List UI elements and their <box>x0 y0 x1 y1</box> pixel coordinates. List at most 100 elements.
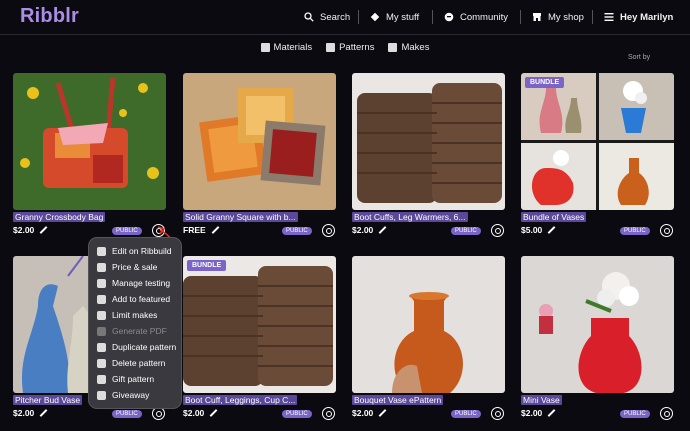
gear-icon[interactable] <box>660 407 673 420</box>
subnav-makes[interactable]: Makes <box>388 42 429 53</box>
pencil-icon[interactable] <box>39 226 48 234</box>
pattern-title[interactable]: Bundle of Vases <box>521 212 587 222</box>
pdf-icon <box>97 326 106 336</box>
subnav-patterns[interactable]: Patterns <box>326 42 374 53</box>
price-value: $2.00 <box>352 225 374 235</box>
pattern-thumbnail[interactable] <box>352 256 505 393</box>
price-value: $2.00 <box>13 408 35 418</box>
price-value: $2.00 <box>13 225 35 235</box>
testing-icon <box>97 278 106 288</box>
pattern-thumbnail[interactable] <box>521 73 674 210</box>
pattern-thumbnail[interactable] <box>13 73 166 210</box>
menu-label: Generate PDF <box>112 326 167 336</box>
bundle-label: BUNDLE <box>530 79 560 86</box>
nav-community-label: Community <box>460 11 509 23</box>
tag-icon <box>97 262 106 272</box>
menu-item-manage-testing[interactable]: Manage testing <box>97 276 170 290</box>
pattern-title[interactable]: Boot Cuff, Leggings, Cup C... <box>183 395 298 405</box>
bundle-badge: BUNDLE <box>187 260 227 271</box>
shop-icon <box>532 12 542 22</box>
giveaway-icon <box>97 390 106 400</box>
menu-item-duplicate-pattern[interactable]: Duplicate pattern <box>97 340 176 354</box>
subnav-materials[interactable]: Materials <box>260 42 312 53</box>
ribblr-logo[interactable]: Ribblr <box>20 5 79 28</box>
pencil-icon[interactable] <box>547 409 556 417</box>
diamond-icon <box>370 12 380 22</box>
pencil-icon[interactable] <box>378 226 387 234</box>
public-badge: PUBLIC <box>112 227 142 235</box>
pencil-icon[interactable] <box>39 409 48 417</box>
pattern-thumbnail[interactable] <box>352 73 505 210</box>
hamburger-icon <box>604 12 614 22</box>
gear-icon[interactable] <box>491 224 504 237</box>
subnav-patterns-label: Patterns <box>339 41 375 53</box>
pattern-thumbnail[interactable] <box>183 256 336 393</box>
public-badge: PUBLIC <box>112 410 142 418</box>
nav-mystuff[interactable]: My stuff <box>370 10 419 24</box>
nav-divider <box>432 10 433 24</box>
pencil-icon[interactable] <box>378 409 387 417</box>
pattern-title[interactable]: Solid Granny Square with b... <box>183 212 298 222</box>
public-badge: PUBLIC <box>620 227 650 235</box>
price-value: $2.00 <box>352 408 374 418</box>
gear-icon[interactable] <box>322 407 335 420</box>
subnav-makes-label: Makes <box>401 41 430 53</box>
menu-item-gift-pattern[interactable]: Gift pattern <box>97 372 154 386</box>
pattern-title[interactable]: Pitcher Bud Vase <box>13 395 83 405</box>
pattern-context-menu: Edit on Ribbuild Price & sale Manage tes… <box>89 238 181 408</box>
sort-by-control[interactable]: Sort by <box>628 54 650 61</box>
featured-icon <box>97 294 106 304</box>
duplicate-icon <box>97 342 106 352</box>
materials-icon <box>260 42 270 52</box>
nav-mystuff-label: My stuff <box>386 11 420 23</box>
pattern-price: $2.00 <box>352 225 387 235</box>
menu-item-price-sale[interactable]: Price & sale <box>97 260 157 274</box>
pattern-price: $2.00 <box>13 408 48 418</box>
menu-item-edit-on-ribbuild[interactable]: Edit on Ribbuild <box>97 244 172 258</box>
nav-divider <box>358 10 359 24</box>
book-icon <box>326 42 336 52</box>
pencil-icon[interactable] <box>211 226 220 234</box>
gear-icon[interactable] <box>152 407 165 420</box>
pattern-price: $2.00 <box>521 408 556 418</box>
nav-search[interactable]: Search <box>304 10 350 24</box>
public-badge: PUBLIC <box>451 410 481 418</box>
pattern-thumbnail[interactable] <box>183 73 336 210</box>
pattern-title[interactable]: Mini Vase <box>521 395 562 405</box>
menu-item-generate-pdf: Generate PDF <box>97 324 167 338</box>
menu-label: Edit on Ribbuild <box>112 246 172 256</box>
pencil-icon[interactable] <box>547 226 556 234</box>
gear-icon[interactable] <box>322 224 335 237</box>
nav-myshop-label: My shop <box>548 11 584 23</box>
menu-label: Gift pattern <box>112 374 155 384</box>
pattern-thumbnail[interactable] <box>521 256 674 393</box>
price-value: $5.00 <box>521 225 543 235</box>
menu-label: Add to featured <box>112 294 171 304</box>
bundle-label: BUNDLE <box>192 262 222 269</box>
nav-divider <box>592 10 593 24</box>
pattern-title[interactable]: Boot Cuffs, Leg Warmers, 6... <box>352 212 468 222</box>
nav-user-menu[interactable]: Hey Marilyn <box>604 10 673 24</box>
trash-icon <box>97 358 106 368</box>
bundle-badge: BUNDLE <box>525 77 565 88</box>
menu-item-add-to-featured[interactable]: Add to featured <box>97 292 170 306</box>
menu-item-limit-makes[interactable]: Limit makes <box>97 308 157 322</box>
nav-user-label: Hey Marilyn <box>620 11 674 23</box>
nav-community[interactable]: Community <box>444 10 508 24</box>
price-value: $2.00 <box>183 408 205 418</box>
menu-item-giveaway[interactable]: Giveaway <box>97 388 149 402</box>
pattern-title[interactable]: Bouquet Vase ePattern <box>352 395 444 405</box>
pattern-price: $2.00 <box>183 408 218 418</box>
menu-item-delete-pattern[interactable]: Delete pattern <box>97 356 165 370</box>
nav-myshop[interactable]: My shop <box>532 10 584 24</box>
gift-icon <box>97 374 106 384</box>
nav-divider <box>520 10 521 24</box>
gear-icon[interactable] <box>660 224 673 237</box>
pattern-title[interactable]: Granny Crossbody Bag <box>13 212 106 222</box>
public-badge: PUBLIC <box>282 227 312 235</box>
public-badge: PUBLIC <box>451 227 481 235</box>
pencil-icon[interactable] <box>209 409 218 417</box>
top-navbar: Ribblr Search My stuff Community My shop… <box>0 0 690 35</box>
gear-icon[interactable] <box>491 407 504 420</box>
menu-label: Manage testing <box>112 278 171 288</box>
